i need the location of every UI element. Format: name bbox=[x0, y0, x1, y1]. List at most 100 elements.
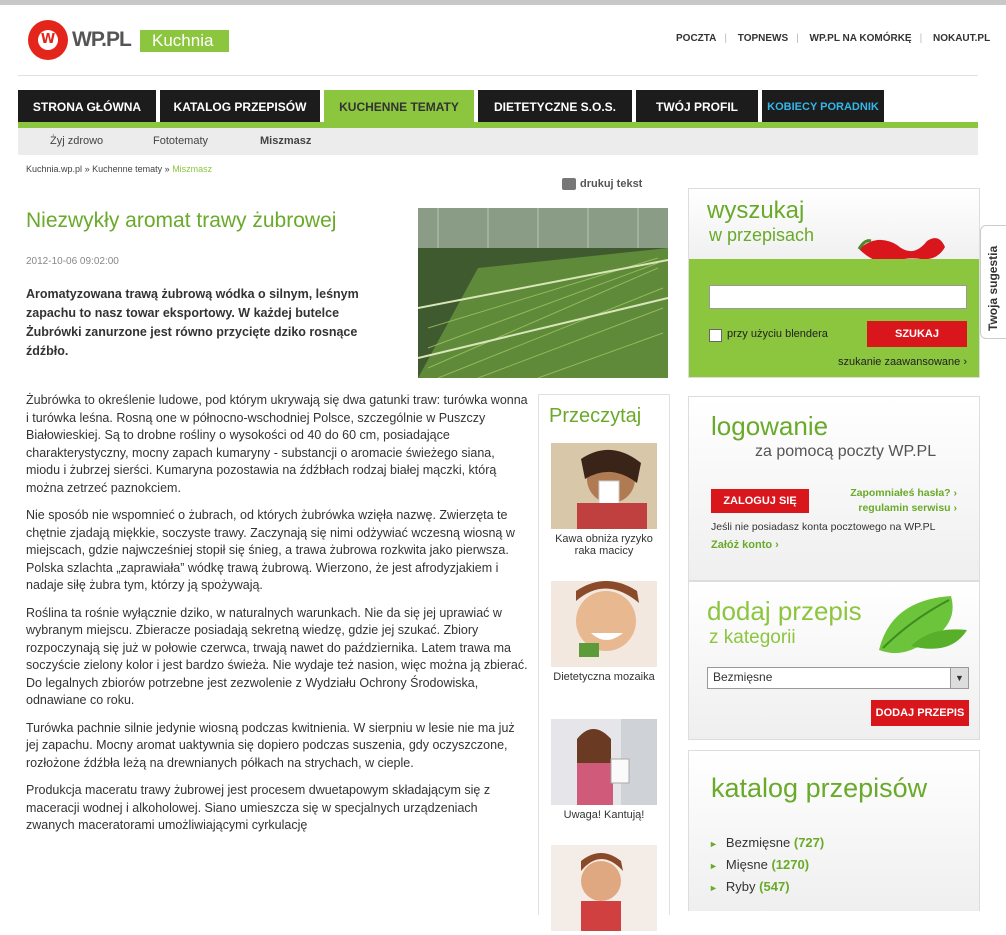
category-select[interactable]: Bezmięsne ▼ bbox=[707, 667, 969, 689]
article-title: Niezwykły aromat trawy żubrowej bbox=[26, 209, 337, 232]
forgot-password-link[interactable]: Zapomniałeś hasła? › bbox=[845, 486, 957, 501]
login-note: Jeśli nie posiadasz konta pocztowego na … bbox=[711, 521, 936, 533]
separator: | bbox=[796, 33, 799, 44]
add-recipe-box: dodaj przepis z kategorii Bezmięsne ▼ DO… bbox=[688, 581, 980, 740]
suggestion-tab[interactable]: Twoja sugestia bbox=[980, 225, 1006, 339]
separator: | bbox=[919, 33, 923, 44]
crumb-sep: » bbox=[164, 164, 170, 174]
chevron-down-icon[interactable]: ▼ bbox=[950, 668, 968, 688]
catalog-item[interactable]: ► Ryby (547) bbox=[709, 879, 824, 894]
article-paragraph: Żubrówka to określenie ludowe, pod który… bbox=[26, 393, 528, 495]
terms-link[interactable]: regulamin serwisu › bbox=[845, 501, 957, 516]
top-strip bbox=[0, 0, 1006, 5]
search-box: wyszukaj w przepisach przy użyciu blende… bbox=[688, 188, 980, 378]
thumb-child bbox=[551, 845, 657, 931]
article-paragraph: Nie sposób nie wspomnieć o żubrach, od k… bbox=[26, 508, 515, 592]
bullet-icon: ► bbox=[709, 861, 718, 871]
blender-checkbox-label: przy użyciu blendera bbox=[727, 328, 828, 340]
bullet-icon: ► bbox=[709, 839, 718, 849]
read-also-item[interactable]: Kawa obniża ryzyko raka macicy bbox=[551, 443, 657, 557]
bullet-icon: ► bbox=[709, 883, 718, 893]
add-recipe-title: dodaj przepis bbox=[707, 596, 862, 626]
tab-dietetyczne-sos[interactable]: DIETETYCZNE S.O.S. bbox=[478, 90, 632, 122]
login-subtitle: za pomocą poczty WP.PL bbox=[755, 443, 937, 460]
read-also-item[interactable]: Dietetyczna mozaika bbox=[551, 581, 657, 683]
article-paragraph: Roślina ta rośnie wyłącznie dziko, w nat… bbox=[26, 605, 528, 708]
logo-text: WP.PL bbox=[72, 28, 132, 51]
catalog-title: katalog przepisów bbox=[711, 773, 928, 803]
category-selected: Bezmięsne bbox=[713, 670, 773, 684]
catalog-item-name: Ryby bbox=[725, 879, 756, 894]
tab-strona-glowna[interactable]: STRONA GŁÓWNA bbox=[18, 90, 156, 122]
divider bbox=[18, 75, 978, 76]
suggestion-label: Twoja sugestia bbox=[986, 245, 1000, 331]
catalog-item[interactable]: ► Mięsne (1270) bbox=[709, 857, 824, 872]
blender-checkbox[interactable] bbox=[709, 329, 722, 342]
search-box-header: wyszukaj w przepisach bbox=[689, 189, 979, 263]
add-recipe-button[interactable]: DODAJ PRZEPIS bbox=[871, 700, 969, 726]
crumb-kuchenne-tematy[interactable]: Kuchenne tematy bbox=[92, 164, 162, 174]
catalog-item-count: (727) bbox=[793, 835, 825, 850]
toplink-topnews[interactable]: TOPNEWS bbox=[738, 33, 788, 44]
subtab-fototematy[interactable]: Fototematy bbox=[153, 135, 208, 147]
search-title: wyszukaj bbox=[707, 197, 805, 224]
search-subtitle: w przepisach bbox=[709, 225, 815, 245]
crumb-current: Miszmasz bbox=[172, 164, 213, 174]
catalog-list: ► Bezmięsne (727) ► Mięsne (1270) ► Ryby (5… bbox=[709, 835, 824, 901]
print-link[interactable]: drukuj tekst bbox=[562, 178, 643, 191]
catalog-item-name: Mięsne bbox=[725, 857, 768, 872]
catalog-item[interactable]: ► Bezmięsne (727) bbox=[709, 835, 824, 850]
toplink-poczta[interactable]: POCZTA bbox=[676, 33, 716, 44]
article-body: Żubrówka to określenie ludowe, pod który… bbox=[26, 392, 528, 845]
read-also-item[interactable] bbox=[551, 845, 657, 935]
catalog-item-name: Bezmięsne bbox=[725, 835, 791, 850]
sub-nav: Żyj zdrowo Fototematy Miszmasz bbox=[18, 128, 978, 155]
catalog-box: katalog przepisów ► Bezmięsne (727) ► Mięs… bbox=[688, 750, 980, 911]
search-button[interactable]: SZUKAJ bbox=[867, 321, 967, 347]
login-title: logowanie bbox=[711, 411, 829, 441]
read-also-item[interactable]: Uwaga! Kantują! bbox=[551, 719, 657, 821]
top-links: POCZTA | TOPNEWS | WP.PL NA KOMÓRKĘ | NOKAU… bbox=[670, 33, 996, 44]
thumb-coffee bbox=[551, 443, 657, 529]
read-also-title: Przeczytaj bbox=[549, 405, 642, 427]
catalog-item-count: (547) bbox=[759, 879, 790, 894]
search-input[interactable] bbox=[709, 285, 967, 309]
catalog-item-count: (1270) bbox=[771, 857, 810, 872]
read-also-label: Kawa obniża ryzyko raka macicy bbox=[555, 533, 653, 557]
tab-twoj-profil[interactable]: TWÓJ PROFIL bbox=[636, 90, 758, 122]
subtab-zyj-zdrowo[interactable]: Żyj zdrowo bbox=[50, 135, 103, 147]
basil-leaf-icon bbox=[879, 596, 967, 653]
subtab-miszmasz[interactable]: Miszmasz bbox=[260, 135, 311, 147]
tab-kobiecy-poradnik[interactable]: KOBIECY PORADNIK bbox=[762, 90, 884, 122]
crumb-kuchnia[interactable]: Kuchnia.wp.pl bbox=[26, 164, 82, 174]
add-recipe-subtitle: z kategorii bbox=[709, 627, 796, 648]
article-image bbox=[418, 208, 668, 378]
login-button[interactable]: ZALOGUJ SIĘ bbox=[711, 489, 809, 513]
print-label: drukuj tekst bbox=[580, 178, 643, 190]
article-paragraph: Turówka pachnie silnie jedynie wiosną po… bbox=[26, 720, 515, 770]
article-lead: Aromatyzowana trawą żubrową wódka o siln… bbox=[26, 287, 359, 358]
read-also-label: Dietetyczna mozaika bbox=[553, 671, 655, 683]
tab-katalog-przepisow[interactable]: KATALOG PRZEPISÓW bbox=[160, 90, 320, 122]
tab-kuchenne-tematy[interactable]: KUCHENNE TEMATY bbox=[324, 90, 474, 122]
search-form: przy użyciu blendera SZUKAJ szukanie zaa… bbox=[689, 259, 979, 377]
logo-letter: W bbox=[38, 30, 58, 50]
toplink-mobile[interactable]: WP.PL NA KOMÓRKĘ bbox=[810, 33, 912, 44]
logo-circle-icon: W bbox=[28, 20, 68, 60]
read-also-label: Uwaga! Kantują! bbox=[563, 809, 645, 821]
toplink-nokaut[interactable]: NOKAUT.PL bbox=[933, 33, 990, 44]
advanced-search-link[interactable]: szukanie zaawansowane › bbox=[838, 356, 967, 368]
login-links: Zapomniałeś hasła? › regulamin serwisu › bbox=[845, 486, 957, 516]
section-badge[interactable]: Kuchnia bbox=[140, 30, 229, 52]
thumb-shopping bbox=[551, 719, 657, 805]
thumb-smile bbox=[551, 581, 657, 667]
breadcrumb: Kuchnia.wp.pl » Kuchenne tematy » Miszma… bbox=[26, 164, 212, 174]
create-account-link[interactable]: Załóż konto › bbox=[711, 539, 779, 551]
login-box: logowanie za pomocą poczty WP.PL ZALOGUJ… bbox=[688, 396, 980, 581]
crumb-sep: » bbox=[84, 164, 90, 174]
main-nav: STRONA GŁÓWNA KATALOG PRZEPISÓW KUCHENNE… bbox=[18, 90, 978, 122]
article-date: 2012-10-06 09:02:00 bbox=[26, 256, 119, 267]
article-paragraph: Produkcja maceratu trawy żubrowej jest p… bbox=[26, 783, 491, 832]
read-also-box: Przeczytaj Kawa obniża ryzyko raka macic… bbox=[538, 394, 670, 931]
printer-icon bbox=[562, 178, 576, 191]
